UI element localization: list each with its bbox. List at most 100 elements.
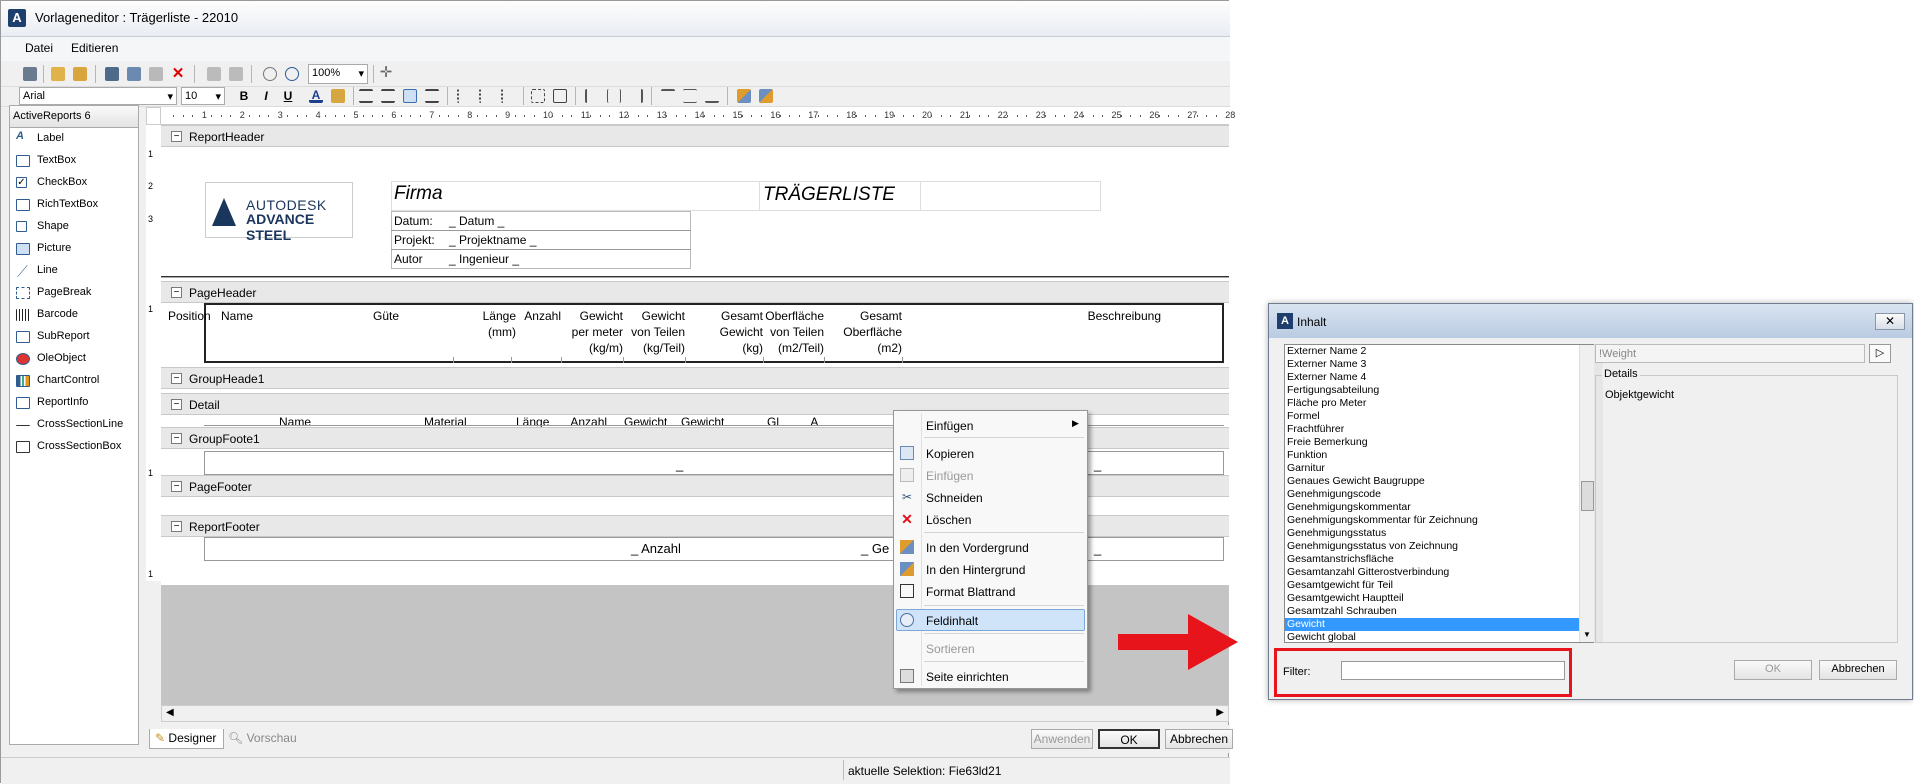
redo-icon[interactable] [229,67,243,81]
report-footer-field[interactable]: _ Anzahl [631,541,681,556]
field-list-item[interactable]: Externer Name 2 [1285,345,1595,358]
datum-field[interactable]: _ Datum _ [449,214,504,228]
menu-item-schneiden[interactable]: Schneiden [926,491,983,505]
menu-item-hintergrund[interactable]: In den Hintergrund [926,563,1025,577]
menu-editieren[interactable]: Editieren [71,41,118,55]
italic-icon[interactable]: I [259,89,273,103]
ruler-corner[interactable] [146,107,161,125]
column-header-l3[interactable]: (kg) [742,341,763,355]
section-group-header[interactable]: − GroupHeade1 [161,367,1229,389]
dialog-ok-button[interactable]: OK [1734,660,1812,680]
underline-icon[interactable]: U [281,89,295,103]
toolbox-item-textbox[interactable]: TextBox [10,150,138,172]
indent-icon[interactable] [501,89,515,103]
column-header-l2[interactable]: per meter [572,325,623,339]
field-list-item[interactable]: Gesamtgewicht für Teil [1285,579,1595,592]
field-list-item[interactable]: Gewicht global [1285,631,1595,642]
toolbox-item-richtextbox[interactable]: RichTextBox [10,194,138,216]
menu-datei[interactable]: Datei [25,41,53,55]
field-list-item[interactable]: Genehmigungskommentar für Zeichnung [1285,514,1595,527]
field-list-item[interactable]: Fläche pro Meter [1285,397,1595,410]
delete-icon[interactable]: ✕ [171,66,185,81]
filter-input[interactable] [1341,661,1565,680]
move-icon[interactable]: ✛ [379,65,393,81]
bold-icon[interactable]: B [237,89,251,103]
column-header-l1[interactable]: Oberfläche [765,309,824,323]
font-select[interactable]: Arial ▾ [19,87,177,105]
field-list-item[interactable]: Genehmigungscode [1285,488,1595,501]
align-rights-icon[interactable] [629,89,643,103]
column-header-l1[interactable]: Position [168,309,211,323]
field-list-item[interactable]: Externer Name 4 [1285,371,1595,384]
align-tops-icon[interactable] [661,89,675,103]
field-list-item[interactable]: Genehmigungsstatus [1285,527,1595,540]
column-header-l1[interactable]: Anzahl [524,309,561,323]
field-list-item[interactable]: Frachtführer [1285,423,1595,436]
company-logo[interactable]: AUTODESK ADVANCE STEEL [205,182,353,243]
field-list-item[interactable]: Garnitur [1285,462,1595,475]
column-header-l1[interactable]: Gesamt [860,309,902,323]
menu-item-feldinhalt[interactable]: Feldinhalt [926,614,978,628]
toolbox-item-line[interactable]: Line [10,260,138,282]
field-list-item[interactable]: Freie Bemerkung [1285,436,1595,449]
autor-label[interactable]: Autor [394,252,423,266]
align-middles-icon[interactable] [683,89,697,103]
toolbox-item-shape[interactable]: Shape [10,216,138,238]
justify-icon[interactable] [425,89,439,103]
field-list-item[interactable]: Genehmigungskommentar [1285,501,1595,514]
toolbox-item-label[interactable]: A Label [10,128,138,150]
bring-to-front-icon[interactable] [737,89,751,103]
zoom-in-icon[interactable] [285,67,299,81]
open-icon[interactable] [51,67,65,81]
bullets-icon[interactable] [457,89,471,103]
section-report-header[interactable]: − ReportHeader [161,125,1229,147]
fill-color-icon[interactable] [331,89,345,103]
toolbox-item-crosssectionline[interactable]: CrossSectionLine [10,414,138,436]
menu-item-einfuegen[interactable]: Einfügen [926,469,973,483]
column-header-l2[interactable]: (mm) [488,325,516,339]
save-icon[interactable] [23,67,37,81]
horizontal-scrollbar[interactable]: ◀ ▶ [161,705,1229,722]
undo-icon[interactable] [207,67,221,81]
field-list[interactable]: Externer Name 2 Externer Name 3 Externer N… [1284,344,1596,643]
column-header-l3[interactable]: (m2) [877,341,902,355]
toolbox-item-pagebreak[interactable]: PageBreak [10,282,138,304]
column-header-l1[interactable]: Name [221,309,253,323]
column-header-l2[interactable]: von Teilen [631,325,685,339]
zoom-select[interactable]: 100% ▾ [308,64,368,84]
autor-field[interactable]: _ Ingenieur _ [449,252,519,266]
projekt-label[interactable]: Projekt: [394,233,435,247]
section-page-header[interactable]: − PageHeader [161,281,1229,303]
column-header-l3[interactable]: (m2/Teil) [778,341,824,355]
send-to-back-icon[interactable] [759,89,773,103]
cut-icon[interactable] [105,67,119,81]
cancel-button[interactable]: Abbrechen [1165,729,1233,749]
column-header-l1[interactable]: Gesamt [721,309,763,323]
field-list-item[interactable]: Genehmigungsstatus von Zeichnung [1285,540,1595,553]
align-centers-icon[interactable] [607,89,621,103]
list-scrollbar[interactable]: ▼ [1579,345,1595,642]
open-folder-icon[interactable] [73,67,87,81]
field-list-item[interactable]: Gesamtgewicht Hauptteil [1285,592,1595,605]
column-header-l1[interactable]: Beschreibung [1088,309,1161,323]
field-list-item[interactable]: Genaues Gewicht Baugruppe [1285,475,1595,488]
tab-preview[interactable]: 🔍︎ Vorschau [228,729,297,745]
group-footer-field[interactable]: _ [1094,457,1101,472]
toolbox-item-subreport[interactable]: SubReport [10,326,138,348]
field-list-item[interactable]: Funktion [1285,449,1595,462]
font-size-select[interactable]: 10 ▾ [181,87,225,105]
column-header-l1[interactable]: Länge [483,309,516,323]
grid-icon[interactable] [553,89,567,103]
dialog-close-button[interactable]: ✕ [1875,313,1905,330]
toolbox-item-picture[interactable]: Picture [10,238,138,260]
field-list-item[interactable]: Formel [1285,410,1595,423]
dialog-cancel-button[interactable]: Abbrechen [1819,660,1897,680]
menu-item-loeschen[interactable]: Löschen [926,513,971,527]
toolbox-item-barcode[interactable]: Barcode [10,304,138,326]
field-list-item[interactable]: Gewicht [1285,618,1595,631]
paste-icon[interactable] [149,67,163,81]
column-header-l1[interactable]: Gewicht [642,309,685,323]
menu-item-vordergrund[interactable]: In den Vordergrund [926,541,1029,555]
column-header-l2[interactable]: von Teilen [770,325,824,339]
column-header-l1[interactable]: Güte [373,309,399,323]
